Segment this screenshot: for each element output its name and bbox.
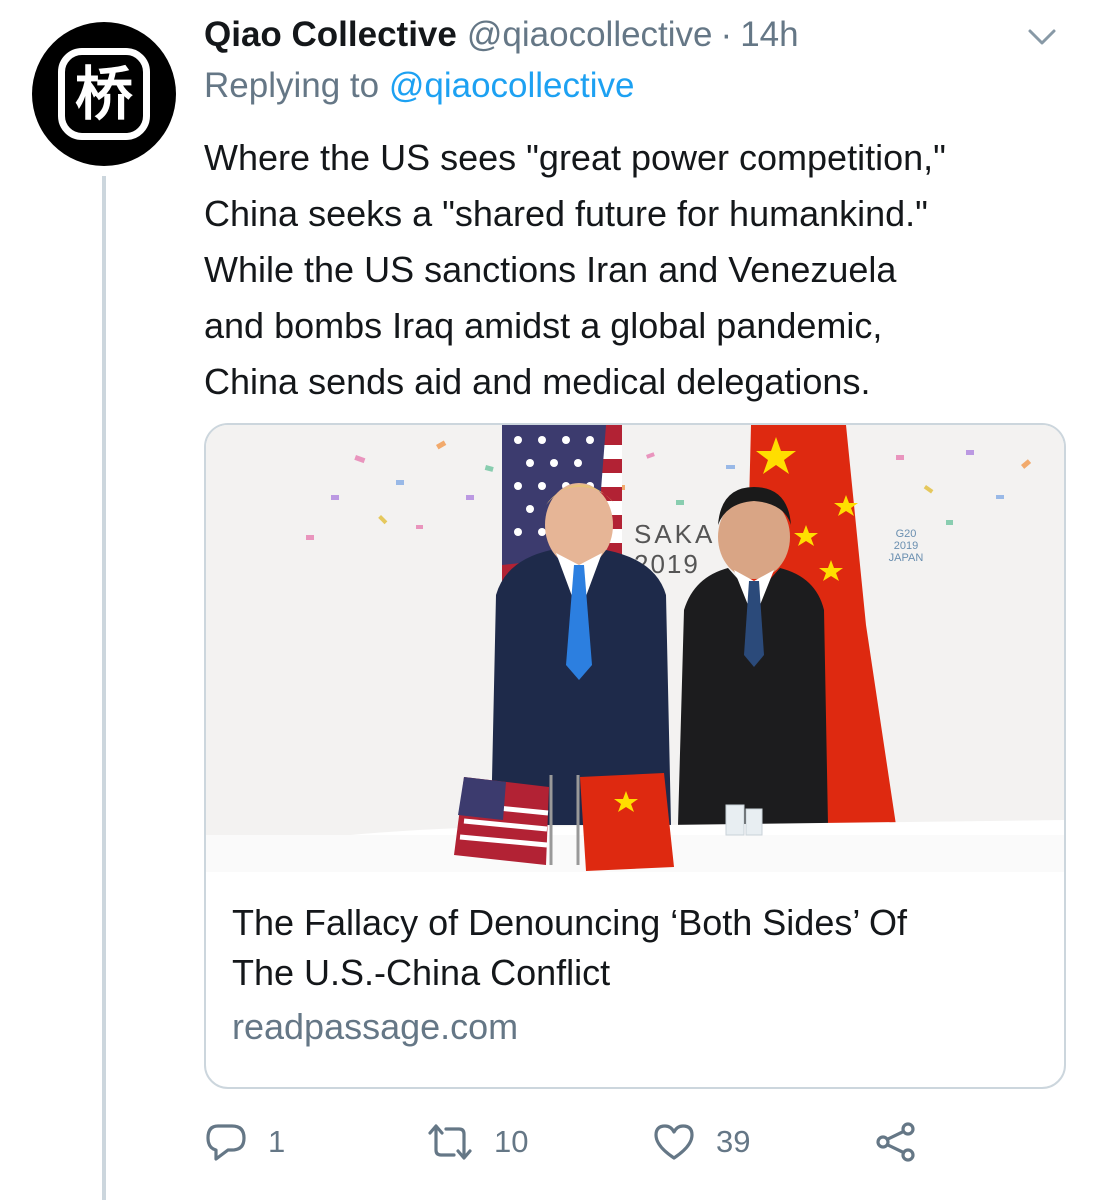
tweet-text: Where the US sees "great power competiti…	[204, 130, 1064, 410]
reply-count: 1	[268, 1124, 286, 1159]
replying-to-link[interactable]: @qiaocollective	[389, 66, 635, 105]
card-domain: readpassage.com	[232, 1006, 519, 1047]
like-button[interactable]: 39	[652, 1115, 750, 1169]
avatar-glyph: 桥	[74, 60, 133, 128]
card-text: The Fallacy of Denouncing ‘Both Sides’ O…	[232, 898, 1044, 1048]
like-count: 39	[716, 1124, 751, 1159]
card-title-line: The Fallacy of Denouncing ‘Both Sides’ O…	[232, 902, 908, 943]
tweet-text-line: China seeks a "shared future for humanki…	[204, 193, 928, 234]
display-name[interactable]: Qiao Collective	[204, 15, 457, 55]
share-icon	[874, 1120, 918, 1164]
tweet[interactable]: 桥 Qiao Collective @qiaocollective · 14h …	[0, 0, 1096, 1200]
tweet-actions: 1 10 39	[204, 1115, 924, 1169]
tweet-text-line: Where the US sees "great power competiti…	[204, 137, 946, 178]
backdrop-text: SAKA	[634, 519, 715, 549]
share-button[interactable]	[874, 1115, 918, 1169]
header-separator: ·	[720, 15, 733, 54]
tweet-header: Qiao Collective @qiaocollective · 14h	[204, 10, 799, 60]
card-image: SAKA 2019 G20 2019 JAPAN	[206, 425, 1064, 872]
retweet-count: 10	[494, 1124, 529, 1159]
reply-icon	[204, 1120, 248, 1164]
g20-logo-text: G20	[896, 528, 917, 540]
replying-to: Replying to @qiaocollective	[204, 66, 634, 106]
g20-logo-text: JAPAN	[889, 552, 924, 564]
card-title: The Fallacy of Denouncing ‘Both Sides’ O…	[232, 898, 1044, 998]
g20-logo-text: 2019	[894, 540, 918, 552]
retweet-icon	[426, 1120, 474, 1164]
reply-button[interactable]: 1	[204, 1115, 285, 1169]
tweet-text-line: and bombs Iraq amidst a global pandemic,	[204, 305, 883, 346]
avatar-logo: 桥	[58, 48, 150, 140]
tweet-text-line: While the US sanctions Iran and Venezuel…	[204, 249, 897, 290]
avatar[interactable]: 桥	[32, 22, 176, 166]
user-handle[interactable]: @qiaocollective	[467, 15, 713, 55]
replying-to-label: Replying to	[204, 66, 389, 105]
timestamp[interactable]: 14h	[740, 15, 798, 55]
chevron-down-icon[interactable]	[1022, 22, 1062, 52]
heart-icon	[652, 1120, 696, 1164]
tweet-text-line: China sends aid and medical delegations.	[204, 361, 871, 402]
link-card[interactable]: SAKA 2019 G20 2019 JAPAN The Fallacy of …	[204, 423, 1066, 1089]
retweet-button[interactable]: 10	[426, 1115, 528, 1169]
thread-line	[102, 176, 106, 1200]
card-title-line: The U.S.-China Conflict	[232, 952, 611, 993]
